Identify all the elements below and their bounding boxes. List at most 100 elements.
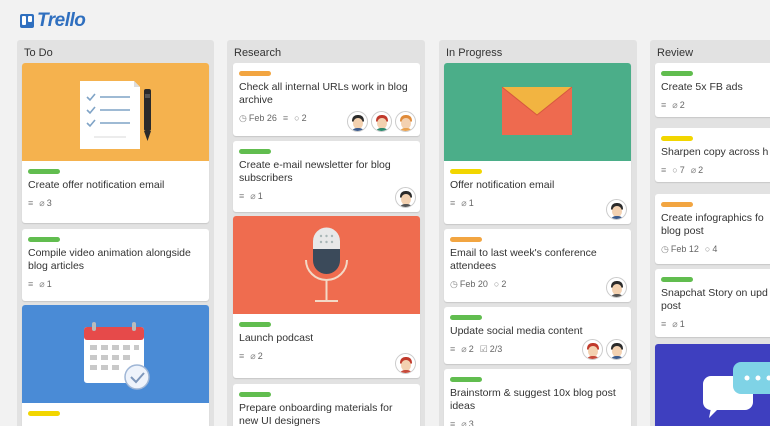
attachment-badge: ⌀ 3 xyxy=(39,198,51,208)
description-icon: ≡ xyxy=(239,350,245,361)
card-badges: ≡ ○ 7 ⌀ 2 xyxy=(661,164,770,176)
card[interactable]: Create 5x FB ads ≡ ⌀ 2 xyxy=(655,63,770,117)
list-in-progress: In Progress Offer notification email ≡ ⌀… xyxy=(439,40,637,426)
card-body: Create offer notification email ≡ ⌀ 3 xyxy=(22,169,209,209)
attachment-badge: ⌀ 2 xyxy=(672,100,684,110)
card[interactable]: Sharpen copy across h ≡ ○ 7 ⌀ 2 xyxy=(655,128,770,182)
card-title: Create infographics fo blog post xyxy=(661,212,764,237)
member-avatar[interactable] xyxy=(606,277,627,298)
due-date: Feb 26 xyxy=(248,113,277,123)
attachment-count: 1 xyxy=(679,319,685,329)
trello-logo[interactable]: Trello xyxy=(20,10,86,32)
attachment-count: 1 xyxy=(257,191,263,201)
description-icon: ≡ xyxy=(282,112,289,123)
card[interactable]: Snapchat Story on upd post ≡ ⌀ 1 xyxy=(655,269,770,337)
card[interactable] xyxy=(22,305,209,426)
list-research: Research Check all internal URLs work in… xyxy=(227,40,425,426)
card-badges: ≡ ⌀ 1 xyxy=(661,318,770,330)
comment-icon: ○ xyxy=(294,112,300,123)
member-avatar[interactable] xyxy=(395,111,416,132)
card-body: Prepare onboarding materials for new UI … xyxy=(233,392,420,426)
card-body: Sharpen copy across h ≡ ○ 7 ⌀ 2 xyxy=(655,136,770,176)
member-avatar[interactable] xyxy=(347,111,368,132)
description-icon: ≡ xyxy=(450,418,456,426)
card[interactable]: Check all internal URLs work in blog arc… xyxy=(233,63,420,136)
member-avatar[interactable] xyxy=(395,187,416,208)
member-avatar[interactable] xyxy=(606,199,627,220)
card-title: Snapchat Story on upd post xyxy=(661,287,768,312)
card[interactable]: Create e-mail newsletter for blog subscr… xyxy=(233,141,420,212)
attachment-count: 2 xyxy=(468,344,474,354)
list-title: In Progress xyxy=(446,47,503,59)
card[interactable]: Update social media content ≡ ⌀ 2 ☑ 2/3 xyxy=(444,307,631,364)
comment-count: 2 xyxy=(301,113,307,123)
paperclip-icon: ⌀ xyxy=(39,278,45,289)
paperclip-icon: ⌀ xyxy=(461,418,467,426)
due-date-badge: ◷ Feb 12 xyxy=(661,244,699,254)
card-title: Update social media content xyxy=(450,325,583,337)
paperclip-icon: ⌀ xyxy=(39,197,45,208)
list-review: Review Create 5x FB ads ≡ ⌀ 2 Sharpen co… xyxy=(650,40,770,426)
description-icon: ≡ xyxy=(239,190,245,201)
due-date-badge: ◷ Feb 20 xyxy=(450,279,488,289)
attachment-count: 2 xyxy=(257,351,263,361)
label-green xyxy=(661,277,693,282)
label-yellow xyxy=(28,411,60,416)
document-pen-cover-image xyxy=(22,63,209,161)
card[interactable]: Email to last week's conference attendee… xyxy=(444,229,631,302)
description-icon: ≡ xyxy=(28,197,34,208)
member-avatar[interactable] xyxy=(606,339,627,360)
card-body: Email to last week's conference attendee… xyxy=(444,237,631,290)
label-yellow xyxy=(450,169,482,174)
label-green xyxy=(239,149,271,154)
list-title: Review xyxy=(657,47,694,59)
attachment-count: 3 xyxy=(468,419,474,426)
paperclip-icon: ⌀ xyxy=(250,190,256,201)
description-icon: ≡ xyxy=(661,164,667,175)
card[interactable]: Offer notification email ≡ ⌀ 1 xyxy=(444,63,631,224)
card-body: Create infographics fo blog post ◷ Feb 1… xyxy=(655,202,770,255)
card[interactable]: Brainstorm & suggest 10x blog post ideas… xyxy=(444,369,631,426)
card-badges: ≡ ⌀ 1 xyxy=(239,190,414,202)
comment-icon: ○ xyxy=(704,243,711,254)
card-badges: ◷ Feb 20 ○ 2 xyxy=(450,278,625,290)
attachment-badge: ⌀ 3 xyxy=(461,419,473,426)
member-avatar[interactable] xyxy=(371,111,392,132)
due-date: Feb 12 xyxy=(670,244,699,254)
card-title: Launch podcast xyxy=(239,332,314,344)
card-title: Check all internal URLs work in blog arc… xyxy=(239,81,408,106)
label-orange xyxy=(450,237,482,242)
card-badges: ≡ ⌀ 2 xyxy=(661,99,770,111)
attachment-count: 2 xyxy=(679,100,685,110)
trello-board-icon xyxy=(20,14,34,28)
card[interactable]: Create infographics fo blog post ◷ Feb 1… xyxy=(655,194,770,264)
card-title: Offer notification email xyxy=(450,179,555,191)
card[interactable] xyxy=(655,344,770,426)
card-members xyxy=(606,277,627,298)
paperclip-icon: ⌀ xyxy=(672,318,678,329)
clock-icon: ◷ xyxy=(450,278,458,289)
envelope-cover-image xyxy=(444,63,631,161)
card-body: Launch podcast ≡ ⌀ 2 xyxy=(233,322,420,362)
comment-count: 7 xyxy=(679,165,685,175)
card[interactable]: Compile video animation alongside blog a… xyxy=(22,229,209,301)
card-body: Brainstorm & suggest 10x blog post ideas… xyxy=(444,377,631,426)
label-green xyxy=(239,392,271,397)
member-avatar[interactable] xyxy=(582,339,603,360)
comment-badge: ○ 2 xyxy=(494,279,506,289)
card-body: Snapchat Story on upd post ≡ ⌀ 1 xyxy=(655,277,770,330)
card-badges: ◷ Feb 12 ○ 4 xyxy=(661,243,770,255)
comment-badge: ○ 7 xyxy=(672,165,684,175)
card-badges: ≡ ⌀ 3 xyxy=(450,418,625,426)
member-avatar[interactable] xyxy=(395,353,416,374)
attachment-badge: ⌀ 1 xyxy=(672,319,684,329)
comment-icon: ○ xyxy=(672,164,678,175)
card[interactable]: Launch podcast ≡ ⌀ 2 xyxy=(233,216,420,378)
comment-badge: ○ 2 xyxy=(294,113,306,123)
attachment-badge: ⌀ 1 xyxy=(250,191,262,201)
label-green xyxy=(239,322,271,327)
card[interactable]: Create offer notification email ≡ ⌀ 3 xyxy=(22,63,209,223)
card-body: Create 5x FB ads ≡ ⌀ 2 xyxy=(655,71,770,111)
card[interactable]: Prepare onboarding materials for new UI … xyxy=(233,384,420,426)
comment-count: 4 xyxy=(712,244,718,254)
